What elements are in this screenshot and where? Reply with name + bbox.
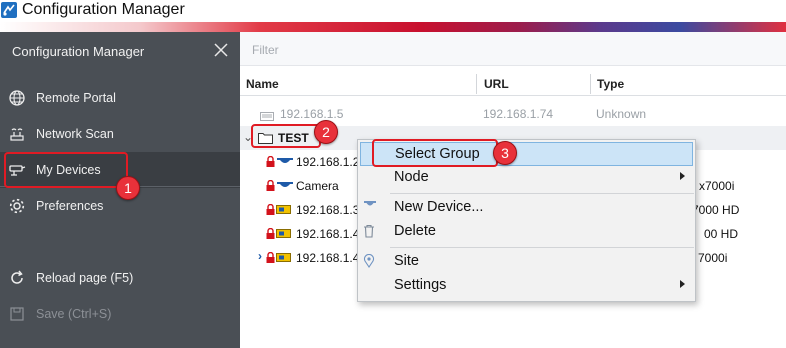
location-icon <box>363 254 375 268</box>
column-header-type[interactable]: Type <box>597 77 624 91</box>
row-type: 7000i <box>698 251 728 265</box>
sidebar-item-reload[interactable]: Reload page (F5) <box>0 260 240 296</box>
sidebar-item-save[interactable]: Save (Ctrl+S) <box>0 296 240 332</box>
row-url: 192.168.1.74 <box>483 107 554 121</box>
lock-icon <box>266 156 275 167</box>
brand-accent-bar <box>0 22 786 32</box>
annotation-badge-1: 1 <box>116 176 140 200</box>
title-bar: Configuration Manager <box>0 0 786 22</box>
chevron-right-icon[interactable]: › <box>258 249 262 263</box>
menu-item-site[interactable]: Site <box>360 250 693 274</box>
column-header-name[interactable]: Name <box>246 77 279 91</box>
trash-icon <box>364 224 374 238</box>
menu-item-label: Settings <box>394 277 447 293</box>
camera-icon <box>364 201 376 206</box>
lock-icon <box>266 204 275 215</box>
row-name: 192.168.1.2 <box>296 155 360 169</box>
table-header: Name URL Type <box>240 72 786 96</box>
annotation-badge-3: 3 <box>493 141 517 165</box>
box-camera-icon <box>276 229 291 238</box>
sidebar-item-remote-portal[interactable]: Remote Portal <box>0 80 240 116</box>
filter-placeholder: Filter <box>252 43 279 57</box>
lock-icon <box>266 252 275 263</box>
close-sidebar-button[interactable] <box>212 41 230 59</box>
row-type: 7000 HD <box>692 203 740 217</box>
dome-camera-icon <box>277 158 293 163</box>
sidebar-header: Configuration Manager <box>12 44 145 59</box>
row-name: 192.168.1.3 <box>296 203 360 217</box>
row-name: 192.168.1.4 <box>296 251 360 265</box>
app-window: Configuration Manager Configuration Mana… <box>0 0 786 348</box>
menu-item-label: Delete <box>394 223 436 239</box>
lock-icon <box>266 180 275 191</box>
dome-camera-icon <box>277 182 293 187</box>
menu-item-new-device[interactable]: New Device... <box>360 196 693 220</box>
row-name: 192.168.1.4 <box>296 227 360 241</box>
row-name: 192.168.1.5 <box>280 107 344 121</box>
device-unknown-icon <box>260 110 274 124</box>
menu-separator <box>390 193 694 194</box>
annotation-box-my-devices <box>4 152 128 188</box>
annotation-box-test-group <box>251 124 321 148</box>
menu-item-delete[interactable]: Delete <box>360 220 693 244</box>
box-camera-icon <box>276 253 291 262</box>
row-name: Camera <box>296 179 339 193</box>
column-divider[interactable] <box>476 74 477 94</box>
submenu-arrow-icon <box>680 280 685 288</box>
globe-icon <box>8 89 26 107</box>
menu-item-label: Site <box>394 253 419 269</box>
window-title: Configuration Manager <box>22 1 185 18</box>
sidebar-item-label: Network Scan <box>36 127 114 141</box>
close-icon <box>214 43 228 57</box>
filter-input[interactable]: Filter <box>240 32 786 66</box>
sidebar-item-label: Reload page (F5) <box>36 271 134 285</box>
box-camera-icon <box>276 205 291 214</box>
annotation-badge-2: 2 <box>314 120 338 144</box>
column-divider[interactable] <box>590 74 591 94</box>
lock-icon <box>266 228 275 239</box>
annotation-box-select-group <box>372 139 498 167</box>
row-type: 00 HD <box>704 227 739 241</box>
sidebar-item-label: Remote Portal <box>36 91 116 105</box>
app-logo-icon <box>1 2 17 18</box>
sidebar-item-label: Save (Ctrl+S) <box>36 307 112 321</box>
sidebar-item-network-scan[interactable]: Network Scan <box>0 116 240 152</box>
row-type: x7000i <box>699 179 735 193</box>
menu-item-label: Node <box>394 169 429 185</box>
reload-icon <box>8 269 26 287</box>
submenu-arrow-icon <box>680 172 685 180</box>
save-icon <box>8 305 26 323</box>
gear-icon <box>8 197 26 215</box>
menu-item-label: New Device... <box>394 199 484 215</box>
menu-separator <box>390 247 694 248</box>
menu-item-node[interactable]: Node <box>360 166 693 190</box>
row-type: Unknown <box>596 107 647 121</box>
network-icon <box>8 125 26 143</box>
sidebar-item-label: Preferences <box>36 199 104 213</box>
column-header-url[interactable]: URL <box>484 77 509 91</box>
menu-item-settings[interactable]: Settings <box>360 274 693 298</box>
